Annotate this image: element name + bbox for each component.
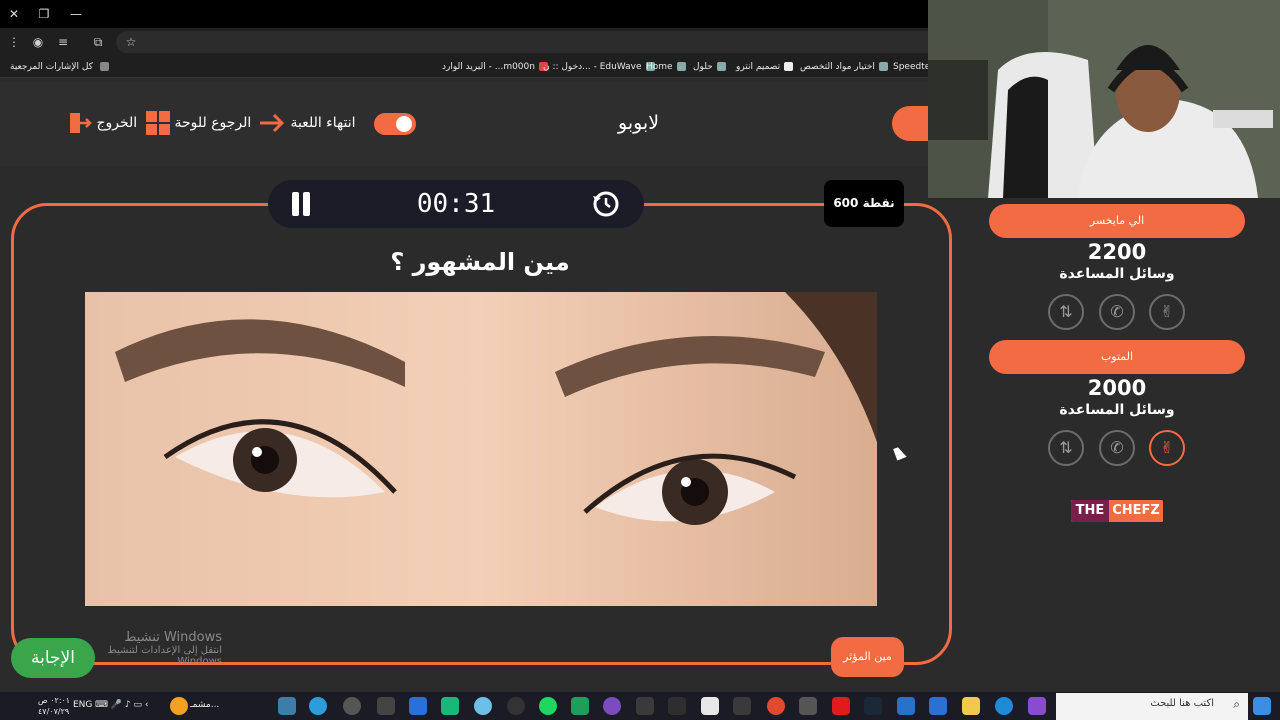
two-hands-lifeline-icon[interactable]: ✌ [1149,430,1185,466]
team-2-score: 2000 [1087,376,1147,400]
minimize-window-icon[interactable]: — [66,4,86,24]
phone-lifeline-icon[interactable]: ✆ [1099,294,1135,330]
youtube-icon[interactable] [832,697,850,715]
app-icon[interactable] [309,697,327,715]
url-field[interactable]: ☆ [116,31,928,53]
app-icon[interactable] [1028,697,1046,715]
webcam-overlay [928,0,1280,198]
reset-timer-icon[interactable] [592,190,620,218]
bookmark-item[interactable]: تصميم انترو [736,59,794,75]
restore-window-icon[interactable]: ❐ [34,4,54,24]
edge-icon[interactable] [995,697,1013,715]
question-text: مين المشهور ؟ [390,248,570,276]
team-1-name: الي مايخسر [989,204,1245,238]
exit-button[interactable]: الخروج [70,108,137,138]
question-image [85,292,877,606]
app-icon[interactable] [929,697,947,715]
back-to-board-button[interactable]: الرجوع للوحة [146,108,251,138]
two-hands-lifeline-icon[interactable]: ✌ [1149,294,1185,330]
site-icon [676,62,686,71]
site-icon [716,62,726,71]
clock-time: ٠٢:٠١ ص [38,696,71,705]
grid-icon [146,111,170,135]
end-game-button[interactable]: انتهاء اللعبة [258,108,356,138]
app-icon[interactable] [278,697,296,715]
app-icon[interactable] [343,697,361,715]
game-toggle[interactable] [374,113,416,135]
exit-door-icon [70,113,92,133]
app-icon[interactable] [571,697,589,715]
app-icon[interactable] [377,697,395,715]
team-2-name: المتوب [989,340,1245,374]
bookmark-item[interactable]: البريد الوارد - ...m000n [442,59,548,75]
the-chefz-logo: THE CHEFZ [1071,500,1163,522]
team-2-aids-label: وسائل المساعدة [1059,402,1175,418]
all-bookmarks[interactable]: كل الإشارات المرجعية [10,59,109,75]
app-icon[interactable] [507,697,525,715]
bookmark-item[interactable]: حلول [693,59,726,75]
search-icon: ⌕ [1233,697,1240,711]
app-icon[interactable] [668,697,686,715]
bookmark-item[interactable]: دخول :: ن... - EduWave [543,59,655,75]
phone-lifeline-icon[interactable]: ✆ [1099,430,1135,466]
site-icon [878,62,888,71]
extension-icon[interactable]: ◉ [29,32,47,52]
tray-icons[interactable]: ⌨ 🎤 ♪ ▭ ‹ [95,700,149,710]
spotify-icon[interactable] [539,697,557,715]
streamer-video [928,0,1280,198]
app-icon[interactable] [603,697,621,715]
app-icon[interactable] [799,697,817,715]
extensions-puzzle-icon[interactable]: ⧉ [89,32,107,52]
browser-titlebar: ✕ ❐ — [0,0,928,28]
folder-icon [99,62,109,71]
file-explorer-icon[interactable] [962,697,980,715]
bookmark-star-icon[interactable]: ☆ [122,32,140,52]
swap-lifeline-icon[interactable]: ⇅ [1048,430,1084,466]
who-influencer-button[interactable]: مين المؤثر [831,637,904,677]
windows-start-icon[interactable] [1253,697,1271,715]
timer-display: 00:31 [416,189,496,219]
team-tab[interactable] [892,106,932,141]
team-1-aids-label: وسائل المساعدة [1059,266,1175,282]
answer-button[interactable]: الإجابة [11,638,95,678]
reading-list-icon[interactable]: ≡ [54,32,72,52]
eyes-photo [85,292,877,606]
bookmarks-bar: كل الإشارات المرجعية البريد الوارد - ...… [0,56,939,78]
pause-icon[interactable] [290,192,312,216]
points-badge: 600 نقطة [824,180,904,227]
menu-dots-icon[interactable]: ⋮ [5,32,23,52]
address-bar: ⋮ ◉ ≡ ⧉ ☆ [0,28,928,56]
app-icon[interactable] [441,697,459,715]
app-icon[interactable] [474,697,492,715]
toggle-knob [396,116,412,132]
weather-widget[interactable]: مشمـ... [190,700,219,710]
windows-activation-watermark: تنشيط Windows انتقل إلى الإعدادات لتنشيط… [107,630,222,667]
brand-title: لابوبو [618,112,660,134]
steam-icon[interactable] [864,697,882,715]
close-window-icon[interactable]: ✕ [4,4,24,24]
bookmark-item[interactable]: اختيار مواد التخصص [800,59,888,75]
bookmark-item[interactable]: Home [646,59,686,75]
timer-bar: 00:31 [268,180,644,228]
team-1-score: 2200 [1087,240,1147,264]
chrome-icon[interactable] [767,697,785,715]
weather-icon [170,697,188,715]
game-header: الخروج الرجوع للوحة انتهاء اللعبة لابوبو [0,82,928,166]
app-icon[interactable] [409,697,427,715]
swap-lifeline-icon[interactable]: ⇅ [1048,294,1084,330]
taskbar-search[interactable]: اكتب هنا للبحث ⌕ [1056,693,1248,720]
language-indicator[interactable]: ENG [73,700,92,710]
app-icon[interactable] [897,697,915,715]
site-icon [784,62,794,71]
arrow-right-icon [260,113,285,133]
app-icon[interactable] [733,697,751,715]
app-icon[interactable] [701,697,719,715]
app-icon[interactable] [636,697,654,715]
clock-date: ٤٧/٠٧/٢٩ [38,707,70,716]
